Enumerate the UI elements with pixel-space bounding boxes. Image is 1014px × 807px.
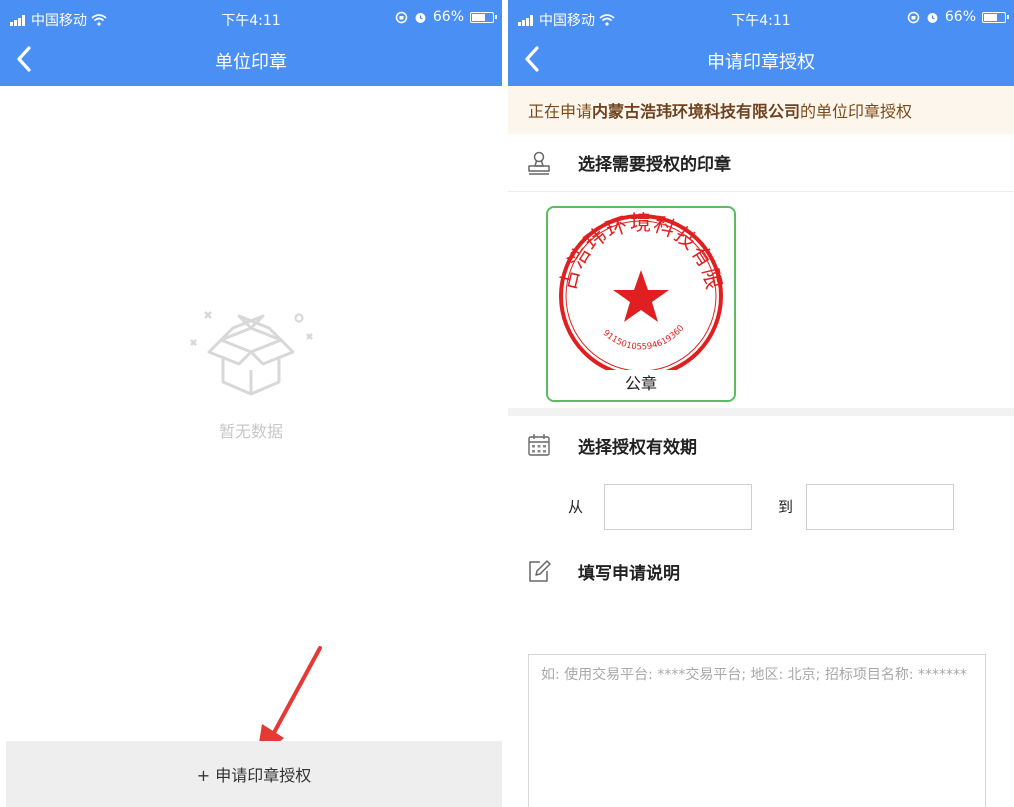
desc-section-header: 填写申请说明	[508, 542, 1014, 600]
seal-star	[613, 270, 669, 322]
status-right: 66%	[395, 9, 497, 25]
seal-list: 内蒙古浩玮环境科技有限公司 91150105594619360 公章	[508, 192, 1014, 416]
notice-suffix: 的单位印章授权	[800, 102, 913, 121]
seal-card-official[interactable]: 内蒙古浩玮环境科技有限公司 91150105594619360 公章	[546, 206, 736, 402]
page-title: 单位印章	[215, 52, 287, 73]
lock-rotation-icon	[395, 11, 408, 23]
status-bar: 中国移动 下午4:11 66%	[0, 0, 502, 34]
alarm-icon	[927, 12, 938, 23]
start-date-input[interactable]	[604, 484, 752, 530]
status-right: 66%	[907, 9, 1009, 25]
battery-percent: 66%	[432, 9, 464, 25]
page-title: 申请印章授权	[707, 52, 815, 73]
desc-section-label: 填写申请说明	[578, 563, 680, 584]
lock-rotation-icon	[907, 11, 920, 23]
seal-company-text: 内蒙古浩玮环境科技有限公司	[548, 210, 726, 293]
right-screen: 中国移动 下午4:11 66% 申请印章授权 正在申请内蒙古浩玮环境科技有限公司…	[508, 0, 1014, 807]
end-date-input[interactable]	[806, 484, 954, 530]
battery-icon	[982, 11, 1009, 23]
alarm-icon	[415, 12, 426, 23]
edit-icon	[529, 560, 551, 582]
empty-box-icon	[190, 311, 313, 396]
to-label: 到	[778, 498, 794, 516]
date-range-row: 从 到	[508, 474, 1014, 542]
seal-image: 内蒙古浩玮环境科技有限公司 91150105594619360	[548, 210, 726, 370]
from-label: 从	[568, 498, 584, 516]
empty-text: 暂无数据	[218, 422, 283, 441]
calendar-icon	[528, 434, 550, 456]
nav-bar: 单位印章	[0, 34, 502, 86]
status-bar: 中国移动 下午4:11 66%	[508, 0, 1014, 34]
battery-fill	[984, 13, 997, 21]
apply-authorization-button[interactable]: + 申请印章授权	[6, 741, 502, 807]
period-section-header: 选择授权有效期	[508, 416, 1014, 474]
battery-icon	[470, 11, 497, 23]
battery-percent: 66%	[944, 9, 976, 25]
description-textarea[interactable]	[528, 654, 986, 807]
left-screen: 中国移动 下午4:11 66% 单位印章 暂无数据 + 申请印章授权	[0, 0, 502, 807]
notice-prefix: 正在申请	[528, 102, 593, 121]
notice-company: 内蒙古浩玮环境科技有限公司	[592, 102, 801, 121]
seal-code-text: 91150105594619360	[601, 323, 687, 352]
battery-fill	[472, 13, 485, 21]
empty-state: 暂无数据	[0, 300, 502, 442]
period-section-label: 选择授权有效期	[578, 437, 697, 458]
seal-section-header: 选择需要授权的印章	[508, 134, 1014, 192]
seal-section-label: 选择需要授权的印章	[578, 155, 731, 175]
notice-banner: 正在申请内蒙古浩玮环境科技有限公司的单位印章授权	[508, 86, 1014, 134]
seal-name: 公章	[624, 374, 657, 393]
nav-bar: 申请印章授权	[508, 34, 1014, 86]
stamp-icon	[528, 151, 550, 175]
